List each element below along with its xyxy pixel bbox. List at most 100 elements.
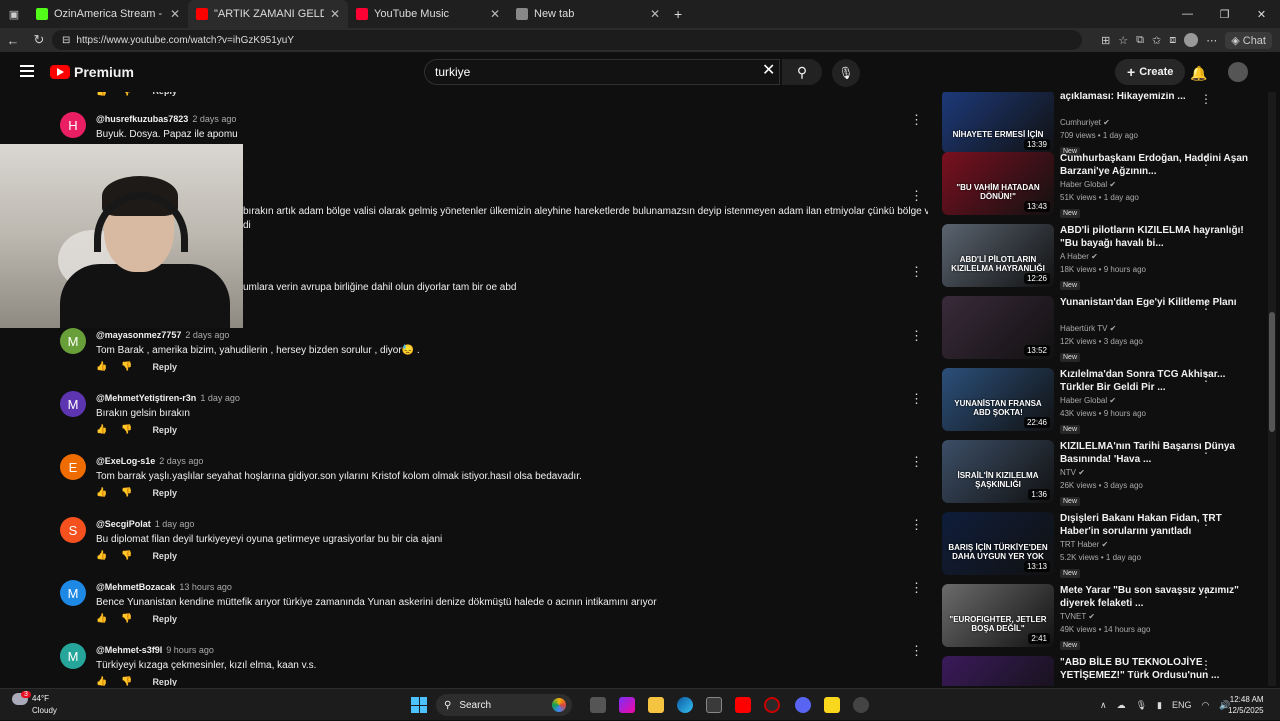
clear-search-icon[interactable]: ✕ (762, 60, 775, 80)
comment-menu-icon[interactable]: ⋮ (910, 391, 923, 407)
comment-menu-icon[interactable]: ⋮ (910, 112, 923, 128)
related-video[interactable]: 13:52 Yunanistan'dan Ege'yi Kilitleme Pla… (942, 296, 1268, 362)
video-channel[interactable]: NTV ✔ (1060, 468, 1254, 477)
close-tab-icon[interactable]: ✕ (170, 7, 180, 21)
video-menu-icon[interactable]: ⋮ (1200, 658, 1212, 672)
dislike-icon[interactable]: 👎 (121, 92, 132, 97)
related-video[interactable]: YUNANİSTAN FRANSA ABD ŞOKTA! 22:46 Kızılel… (942, 368, 1268, 434)
clock[interactable]: 12:48 AM 12/5/2025 (1228, 694, 1264, 716)
like-icon[interactable]: 👍 (96, 676, 107, 686)
comment-time[interactable]: 9 hours ago (166, 645, 214, 655)
related-video[interactable]: "BU VAHİM HATADAN DÖNÜN!" 13:43 Cumhurbaşk… (942, 152, 1268, 218)
dislike-icon[interactable]: 👎 (121, 676, 132, 686)
video-channel[interactable]: Cumhuriyet ✔ (1060, 118, 1254, 127)
video-title[interactable]: Dışişleri Bakanı Hakan Fidan, TRT Haber'… (1060, 512, 1254, 538)
comment-avatar[interactable]: M (60, 580, 86, 606)
reply-button[interactable]: Reply (152, 425, 177, 435)
video-menu-icon[interactable]: ⋮ (1200, 226, 1212, 240)
wifi-icon[interactable]: ◠ (1202, 700, 1210, 711)
video-menu-icon[interactable]: ⋮ (1200, 586, 1212, 600)
comment-author[interactable]: @mayasonmez7757 (96, 330, 181, 340)
app-icon-settings[interactable] (853, 697, 869, 713)
browser-tab[interactable]: OzinAmerica Stream - Watch Live ✕ (28, 0, 188, 28)
browser-tab[interactable]: YouTube Music ✕ (348, 0, 508, 28)
video-title[interactable]: Yunanistan'dan Ege'yi Kilitleme Planı (1060, 296, 1254, 322)
maximize-icon[interactable]: ❐ (1206, 0, 1243, 28)
scrollbar-thumb[interactable] (1269, 312, 1275, 432)
reply-button[interactable]: Reply (152, 551, 177, 561)
refresh-icon[interactable]: ↻ (26, 32, 52, 48)
video-menu-icon[interactable]: ⋮ (1200, 298, 1212, 312)
profile-avatar[interactable] (1184, 33, 1199, 47)
video-thumbnail[interactable]: 13:52 (942, 296, 1054, 359)
app-icon-yellow[interactable] (824, 697, 840, 713)
video-title[interactable]: Cumhurbaşkanı Erdoğan, Haddini Aşan Barz… (1060, 152, 1254, 178)
related-video[interactable]: "TÜRKİYE'NİN""ABD BİLE BU TEKNOLOJİYE YE… (942, 656, 1268, 686)
related-video[interactable]: NİHAYETE ERMESİ İÇİN 13:39 açıklaması: Hik… (942, 92, 1268, 156)
site-info-icon[interactable]: ⊟ (62, 35, 70, 46)
discord-icon[interactable] (795, 697, 811, 713)
video-menu-icon[interactable]: ⋮ (1200, 92, 1212, 106)
account-avatar[interactable] (1228, 62, 1248, 82)
network-icon[interactable]: ▮ (1157, 700, 1162, 711)
reply-button[interactable]: Reply (152, 677, 177, 687)
dislike-icon[interactable]: 👎 (121, 550, 132, 561)
video-menu-icon[interactable]: ⋮ (1200, 442, 1212, 456)
page-scrollbar[interactable] (1268, 92, 1276, 686)
video-title[interactable]: Mete Yarar "Bu son savaşsız yazımız" diy… (1060, 584, 1254, 610)
video-thumbnail[interactable]: BARIŞ İÇİN TÜRKİYE'DEN DAHA UYGUN YER YO… (942, 512, 1054, 575)
collections-icon[interactable]: ⧈ (1169, 34, 1176, 47)
video-thumbnail[interactable]: YUNANİSTAN FRANSA ABD ŞOKTA! 22:46 (942, 368, 1054, 431)
new-tab-button[interactable]: + (674, 6, 682, 22)
like-icon[interactable]: 👍 (96, 487, 107, 498)
language-indicator[interactable]: ENG (1172, 700, 1192, 710)
video-menu-icon[interactable]: ⋮ (1200, 154, 1212, 168)
comment-menu-icon[interactable]: ⋮ (910, 643, 923, 659)
comment-author[interactable]: @SecgiPolat (96, 519, 151, 529)
related-video[interactable]: BARIŞ İÇİN TÜRKİYE'DEN DAHA UYGUN YER YO… (942, 512, 1268, 578)
video-title[interactable]: KIZILELMA'nın Tarihi Başarısı Dünya Bası… (1060, 440, 1254, 466)
youtube-app-icon[interactable] (735, 697, 751, 713)
app-icon-red[interactable] (764, 697, 780, 713)
search-input[interactable] (435, 65, 755, 79)
close-tab-icon[interactable]: ✕ (490, 7, 500, 21)
more-options-icon[interactable]: ⋯ (1206, 34, 1217, 47)
related-video[interactable]: İSRAİL'İN KIZILELMA ŞAŞKINLIĞI 1:36 KIZILE… (942, 440, 1268, 506)
comment-time[interactable]: 2 days ago (159, 456, 203, 466)
video-channel[interactable]: Haber Global ✔ (1060, 180, 1254, 189)
like-icon[interactable]: 👍 (96, 361, 107, 372)
video-thumbnail[interactable]: "EUROFIGHTER, JETLER BOŞA DEĞİL" 2:41 (942, 584, 1054, 647)
related-video[interactable]: "EUROFIGHTER, JETLER BOŞA DEĞİL" 2:41 Mete… (942, 584, 1268, 650)
comment-avatar[interactable]: M (60, 328, 86, 354)
reply-button[interactable]: Reply (152, 92, 177, 97)
dislike-icon[interactable]: 👎 (121, 424, 132, 435)
like-icon[interactable]: 👍 (96, 424, 107, 435)
comment-author[interactable]: @Mehmet-s3f9l (96, 645, 162, 655)
comment-time[interactable]: 1 day ago (200, 393, 240, 403)
video-channel[interactable]: TRT Haber ✔ (1060, 540, 1254, 549)
start-icon[interactable] (411, 697, 427, 713)
comment-time[interactable]: 2 days ago (185, 330, 229, 340)
comment-menu-icon[interactable]: ⋮ (910, 264, 923, 280)
onedrive-icon[interactable]: ☁ (1117, 700, 1126, 711)
comment-avatar[interactable]: H (60, 112, 86, 138)
store-icon[interactable] (706, 697, 722, 713)
copilot-chat-button[interactable]: ◈ Chat (1225, 31, 1272, 49)
comment-author[interactable]: @MehmetBozacak (96, 582, 175, 592)
comment-time[interactable]: 13 hours ago (179, 582, 232, 592)
comment-menu-icon[interactable]: ⋮ (910, 454, 923, 470)
video-title[interactable]: Kızılelma'dan Sonra TCG Akhisar... Türkl… (1060, 368, 1254, 394)
video-thumbnail[interactable]: NİHAYETE ERMESİ İÇİN 13:39 (942, 92, 1054, 153)
file-explorer-icon[interactable] (648, 697, 664, 713)
video-menu-icon[interactable]: ⋮ (1200, 514, 1212, 528)
extensions-icon[interactable]: ⧉ (1136, 34, 1144, 47)
comment-avatar[interactable]: S (60, 517, 86, 543)
comment-menu-icon[interactable]: ⋮ (910, 517, 923, 533)
task-view-icon[interactable] (590, 697, 606, 713)
video-thumbnail[interactable]: "BU VAHİM HATADAN DÖNÜN!" 13:43 (942, 152, 1054, 215)
video-title[interactable]: açıklaması: Hikayemizin ... (1060, 92, 1254, 116)
comment-time[interactable]: 1 day ago (155, 519, 195, 529)
youtube-logo[interactable]: Premium (50, 64, 134, 80)
chevron-up-icon[interactable]: ∧ (1100, 700, 1107, 711)
comment-avatar[interactable]: M (60, 643, 86, 669)
